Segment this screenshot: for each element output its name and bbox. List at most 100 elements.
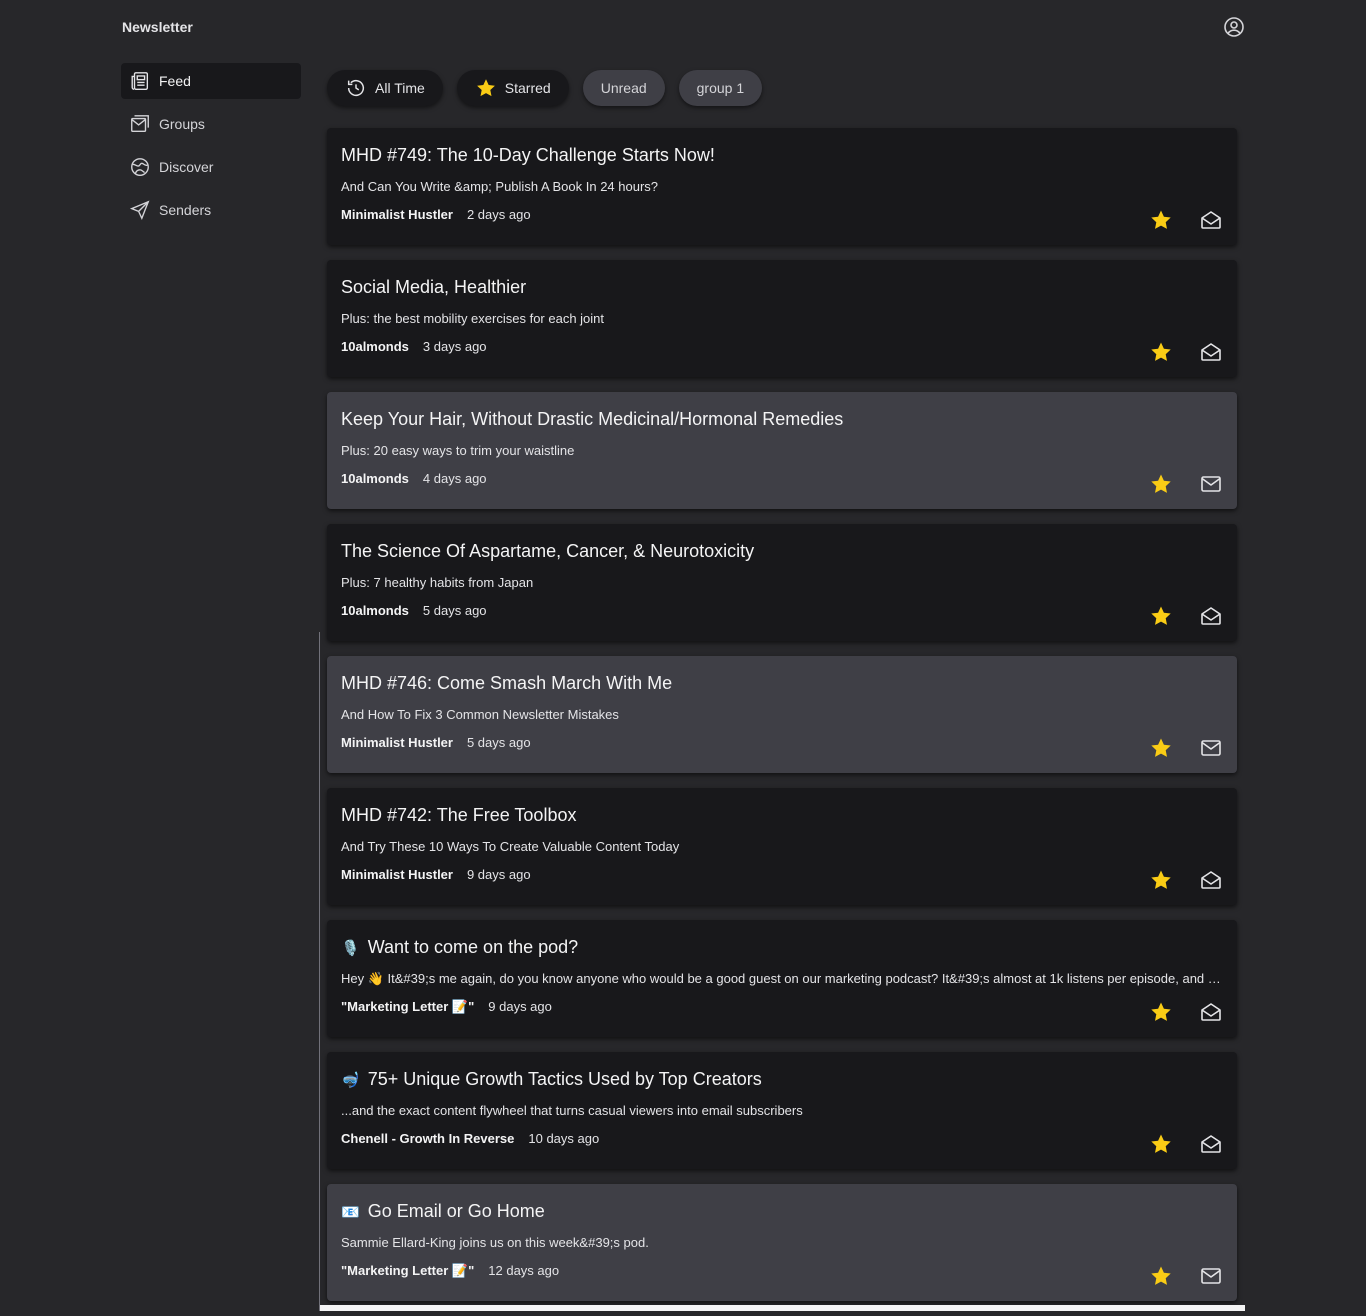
card-title: The Science Of Aspartame, Cancer, & Neur… — [341, 541, 754, 562]
sidebar-item-discover[interactable]: Discover — [121, 149, 301, 185]
envelope-open-icon[interactable] — [1199, 604, 1223, 628]
top-bar: Newsletter — [0, 0, 1366, 54]
star-icon[interactable] — [1149, 340, 1173, 364]
card-sender[interactable]: "Marketing Letter 📝" — [341, 999, 474, 1015]
card-sender[interactable]: "Marketing Letter 📝" — [341, 1263, 474, 1279]
card-sender[interactable]: 10almonds — [341, 603, 409, 618]
card-date: 12 days ago — [488, 1263, 560, 1278]
card-subtitle: And How To Fix 3 Common Newsletter Mista… — [341, 707, 619, 722]
card-title-text: Social Media, Healthier — [341, 277, 527, 297]
card-title-text: Want to come on the pod? — [367, 937, 579, 957]
card-title-text: MHD #742: The Free Toolbox — [341, 805, 577, 825]
sidebar-item-feed[interactable]: Feed — [121, 63, 301, 99]
sidebar-item-label: Discover — [159, 159, 214, 175]
star-icon[interactable] — [1149, 472, 1173, 496]
card-sender[interactable]: Minimalist Hustler — [341, 867, 453, 882]
filter-label: Unread — [600, 80, 647, 96]
card-date: 4 days ago — [422, 471, 487, 486]
card-title-text: Go Email or Go Home — [367, 1201, 545, 1221]
card-date: 5 days ago — [466, 735, 531, 750]
card-title: 🎙️ Want to come on the pod? — [341, 937, 578, 958]
card-sender[interactable]: 10almonds — [341, 339, 409, 354]
envelope-open-icon[interactable] — [1199, 1000, 1223, 1024]
star-icon[interactable] — [1149, 868, 1173, 892]
filter-bar: All Time Starred Unread group 1 — [327, 70, 763, 106]
card-subtitle: And Try These 10 Ways To Create Valuable… — [341, 839, 680, 854]
filter-starred[interactable]: Starred — [456, 70, 569, 106]
card-subtitle: And Can You Write &amp; Publish A Book I… — [341, 179, 659, 194]
title-emoji: 📧 — [341, 1203, 360, 1221]
card-meta: Chenell - Growth In Reverse 10 days ago — [341, 1131, 599, 1146]
feed-card[interactable]: 🎙️ Want to come on the pod? Hey 👋 It&#39;s… — [327, 920, 1237, 1037]
filter-label: group 1 — [696, 80, 745, 96]
card-sender[interactable]: Chenell - Growth In Reverse — [341, 1131, 514, 1146]
star-icon[interactable] — [1149, 1000, 1173, 1024]
title-emoji: 🎙️ — [341, 939, 360, 957]
card-meta: Minimalist Hustler 5 days ago — [341, 735, 531, 750]
envelope-icon[interactable] — [1199, 1264, 1223, 1288]
star-icon[interactable] — [1149, 604, 1173, 628]
card-title: Social Media, Healthier — [341, 277, 526, 298]
card-sender[interactable]: Minimalist Hustler — [341, 207, 453, 222]
envelope-icon[interactable] — [1199, 736, 1223, 760]
card-meta: 10almonds 4 days ago — [341, 471, 487, 486]
envelope-open-icon[interactable] — [1199, 340, 1223, 364]
feed-card[interactable]: MHD #746: Come Smash March With Me And Ho… — [327, 656, 1237, 773]
card-title-text: The Science Of Aspartame, Cancer, & Neur… — [341, 541, 755, 561]
card-sender[interactable]: Minimalist Hustler — [341, 735, 453, 750]
card-subtitle: ...and the exact content flywheel that t… — [341, 1103, 803, 1118]
sidebar-item-label: Groups — [159, 116, 205, 132]
account-icon[interactable] — [1222, 15, 1246, 39]
sidebar: Feed Groups Discover Senders — [121, 63, 301, 235]
card-title: Keep Your Hair, Without Drastic Medicina… — [341, 409, 843, 430]
envelope-open-icon[interactable] — [1199, 868, 1223, 892]
star-icon[interactable] — [1149, 208, 1173, 232]
card-meta: "Marketing Letter 📝" 9 days ago — [341, 999, 552, 1015]
star-icon[interactable] — [1149, 736, 1173, 760]
card-meta: 10almonds 5 days ago — [341, 603, 487, 618]
feed-card[interactable]: Social Media, Healthier Plus: the best mo… — [327, 260, 1237, 377]
card-title: MHD #749: The 10-Day Challenge Starts No… — [341, 145, 715, 166]
sidebar-item-senders[interactable]: Senders — [121, 192, 301, 228]
card-title-text: MHD #746: Come Smash March With Me — [341, 673, 673, 693]
filter-all-time[interactable]: All Time — [327, 70, 443, 106]
inbox-stack-icon — [129, 113, 151, 135]
sidebar-item-label: Feed — [159, 73, 191, 89]
newspaper-icon — [129, 70, 151, 92]
star-icon[interactable] — [1149, 1132, 1173, 1156]
card-subtitle: Sammie Ellard-King joins us on this week… — [341, 1235, 649, 1250]
envelope-icon[interactable] — [1199, 472, 1223, 496]
scroll-divider — [319, 632, 320, 1311]
filter-label: Starred — [504, 80, 551, 96]
globe-icon — [129, 156, 151, 178]
card-meta: Minimalist Hustler 9 days ago — [341, 867, 531, 882]
feed-card[interactable]: 🤿 75+ Unique Growth Tactics Used by Top C… — [327, 1052, 1237, 1169]
feed-card[interactable]: MHD #749: The 10-Day Challenge Starts No… — [327, 128, 1237, 245]
filter-group-1[interactable]: group 1 — [678, 70, 763, 106]
history-icon — [345, 77, 367, 99]
card-title: MHD #746: Come Smash March With Me — [341, 673, 672, 694]
card-date: 9 days ago — [466, 867, 531, 882]
card-title: MHD #742: The Free Toolbox — [341, 805, 576, 826]
card-title: 🤿 75+ Unique Growth Tactics Used by Top C… — [341, 1069, 762, 1090]
card-title-text: 75+ Unique Growth Tactics Used by Top Cr… — [367, 1069, 762, 1089]
feed-card[interactable]: The Science Of Aspartame, Cancer, & Neur… — [327, 524, 1237, 641]
title-emoji: 🤿 — [341, 1071, 360, 1089]
card-meta: "Marketing Letter 📝" 12 days ago — [341, 1263, 559, 1279]
feed-card[interactable]: Keep Your Hair, Without Drastic Medicina… — [327, 392, 1237, 509]
star-icon — [475, 77, 497, 99]
card-subtitle: Plus: the best mobility exercises for ea… — [341, 311, 605, 326]
feed-card[interactable]: 📧 Go Email or Go Home Sammie Ellard-King j… — [327, 1184, 1237, 1301]
envelope-open-icon[interactable] — [1199, 1132, 1223, 1156]
feed-card[interactable]: MHD #742: The Free Toolbox And Try These … — [327, 788, 1237, 905]
envelope-open-icon[interactable] — [1199, 208, 1223, 232]
card-date: 3 days ago — [422, 339, 487, 354]
card-title: 📧 Go Email or Go Home — [341, 1201, 545, 1222]
card-sender[interactable]: 10almonds — [341, 471, 409, 486]
card-meta: Minimalist Hustler 2 days ago — [341, 207, 531, 222]
bottom-scroll-edge — [320, 1305, 1245, 1311]
star-icon[interactable] — [1149, 1264, 1173, 1288]
card-date: 10 days ago — [528, 1131, 600, 1146]
filter-unread[interactable]: Unread — [582, 70, 665, 106]
sidebar-item-groups[interactable]: Groups — [121, 106, 301, 142]
